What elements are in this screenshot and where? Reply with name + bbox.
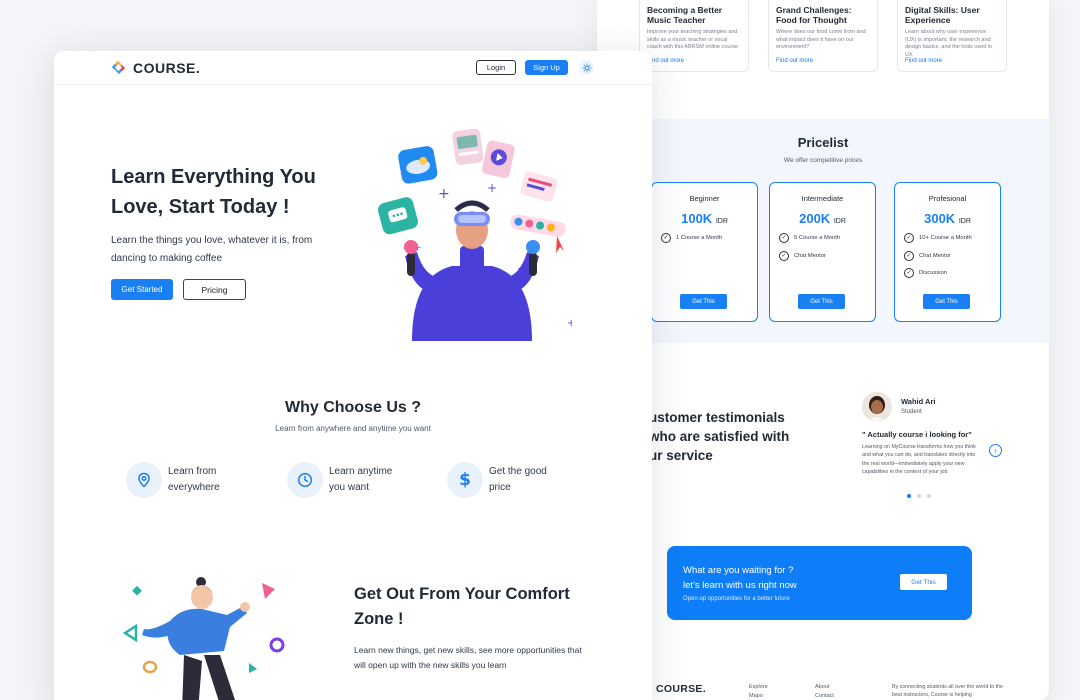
testimonials-heading: ustomer testimonials who are satisfied w… [649,410,790,463]
pricelist-subtitle: We offer competitive prices [783,157,863,164]
course-title: Grand Challenges: Food for Thought [776,5,852,25]
location-pin-icon [126,462,162,498]
check-icon: ✓ [904,250,914,261]
check-icon: ✓ [779,233,789,243]
plan-feature: ✓ Chat Mentor [779,250,840,271]
svg-text:+: + [487,181,497,195]
feature-item: Learn from everywhere [126,462,248,498]
plan-feature: ✓ 1 Course a Month [661,233,722,253]
course-description: Where does our food come from and what i… [776,29,866,50]
footer-link[interactable]: Explore [749,683,768,692]
cta-banner: What are you waiting for ? let's learn w… [667,546,972,620]
plan-features: ✓ 1 Course a Month [661,233,722,253]
why-subtitle: Learn from anywhere and anytime you want [275,424,431,433]
get-this-button[interactable]: Get This [680,294,727,309]
course-description: Improve your teaching strategies and ski… [647,29,739,50]
testimonial-body: Learning on MyCourse transforms how you … [862,444,976,475]
cta-subtitle: Open up opportunities for a better futur… [683,596,790,602]
plan-card-beginner: Beginner 100K IDR ✓ 1 Course a Month Get … [651,182,758,322]
plan-name: Beginner [689,194,720,203]
chevron-right-icon[interactable]: › [989,444,1002,457]
navbar: COURSE. Login Sign Up [54,51,652,85]
testimonial-quote: " Actually course i looking for" [862,430,972,439]
testimonial-role: Student [901,409,922,415]
pricing-button[interactable]: Pricing [183,279,246,300]
back-page-preview: Becoming a Better Music Teacher Improve … [597,0,1049,700]
plan-card-intermediate: Intermediate 200K IDR ✓ 5 Course a Month … [769,182,876,322]
find-out-more-link[interactable]: Find out more [905,58,942,64]
theme-toggle[interactable] [579,60,594,75]
find-out-more-link[interactable]: Find out more [776,58,813,64]
plan-price: 100K IDR [681,211,728,226]
course-description: Learn about why user experience (UX) is … [905,29,993,58]
get-this-button[interactable]: Get This [923,294,970,309]
course-card[interactable]: Digital Skills: User Experience Learn ab… [897,0,1007,72]
why-title: Why Choose Us ? [284,399,421,416]
front-page-preview: COURSE. Login Sign Up Learn Everything Y… [54,51,652,700]
course-card[interactable]: Becoming a Better Music Teacher Improve … [639,0,749,72]
carousel-dot[interactable] [917,494,921,498]
check-icon: ✓ [904,233,914,243]
plan-feature: ✓ Chat Mentor [904,250,972,271]
get-this-button[interactable]: Get This [798,294,845,309]
plan-price: 300K IDR [924,211,971,226]
plan-name: Profesional [928,194,967,203]
course-title: Digital Skills: User Experience [905,5,980,25]
feature-item: Learn anytime you want [287,462,409,498]
feature-item: $ Get the good price [447,462,569,498]
sign-up-button[interactable]: Sign Up [525,60,568,75]
pricelist-title: Pricelist [797,135,849,150]
svg-text:+: + [567,318,572,329]
pricelist-section: Pricelist We offer competitive prices Be… [597,119,1049,343]
feature-label: Learn anytime you want [329,466,393,493]
plan-features: ✓ 5 Course a Month ✓ Chat Mentor [779,233,840,271]
plan-price: 200K IDR [799,211,846,226]
course-title: Becoming a Better Music Teacher [647,5,723,25]
comfort-illustration [122,577,285,700]
plan-card-profesional: Profesional 300K IDR ✓ 10+ Course a Month… [894,182,1001,322]
check-icon: ✓ [904,268,914,278]
plan-features: ✓ 10+ Course a Month ✓ Chat Mentor ✓ Discus… [904,233,972,288]
footer-links: Explore Mapo [749,683,768,700]
cta-get-this-button[interactable]: Get This [900,574,947,590]
plan-feature: ✓ Discussion [904,268,972,288]
logo[interactable]: COURSE. [110,59,200,76]
footer-text: By connecting students all over the worl… [892,684,1004,698]
comfort-subtitle: Learn new things, get new skills, see mo… [354,645,582,670]
footer-link[interactable]: Contact [815,692,834,700]
avatar [862,392,892,422]
logo-text: COURSE. [133,59,201,76]
feature-label: Get the good price [489,466,547,493]
find-out-more-link[interactable]: Find out more [647,58,684,64]
clock-icon [287,462,323,498]
check-icon: ✓ [779,250,789,261]
check-icon: ✓ [661,233,671,243]
hero-title: Learn Everything You Love, Start Today ! [111,166,316,218]
plan-feature: ✓ 10+ Course a Month [904,233,972,253]
footer-link[interactable]: Mapo [749,692,768,700]
comfort-title: Get Out From Your Comfort Zone ! [354,585,570,628]
testimonial-name: Wahid Ari [901,397,936,406]
course-card[interactable]: Grand Challenges: Food for Thought Where… [768,0,878,72]
carousel-dot[interactable] [907,494,911,498]
carousel-dot[interactable] [927,494,931,498]
get-started-button[interactable]: Get Started [111,279,173,300]
footer-logo: COURSE. [656,683,706,695]
sun-icon [582,63,591,72]
cta-heading: What are you waiting for ? let's learn w… [683,565,797,591]
footer-links: About Contact [815,683,834,700]
dollar-icon: $ [447,462,483,498]
hero-illustration: + + + + + [378,128,572,341]
svg-text:+: + [438,186,450,202]
carousel-dots [907,494,931,498]
plan-name: Intermediate [801,194,844,203]
logo-icon [112,61,125,74]
footer-link[interactable]: About [815,683,834,692]
login-button[interactable]: Login [476,60,516,75]
hero-subtitle: Learn the things you love, whatever it i… [111,235,313,264]
plan-feature: ✓ 5 Course a Month [779,233,840,253]
feature-label: Learn from everywhere [168,466,220,493]
